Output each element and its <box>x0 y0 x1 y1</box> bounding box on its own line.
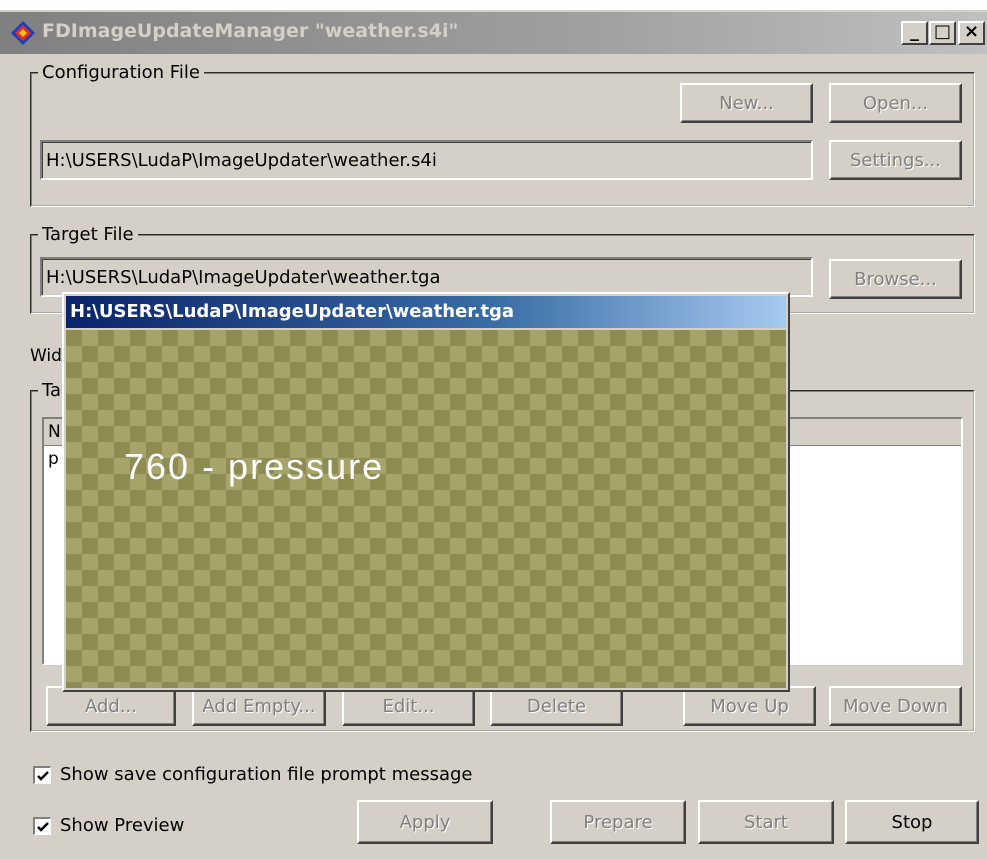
new-button[interactable]: New... <box>680 83 813 123</box>
top-edge <box>0 0 987 10</box>
width-label: Wid <box>30 346 62 366</box>
move-up-button[interactable]: Move Up <box>683 686 816 726</box>
preview-title-bar[interactable]: H:\USERS\LudaP\ImageUpdater\weather.tga <box>66 296 786 328</box>
stop-button[interactable]: Stop <box>845 800 979 844</box>
start-button[interactable]: Start <box>698 800 834 844</box>
main-window: FDImageUpdateManager "weather.s4i" _ □ ×… <box>0 0 987 859</box>
configuration-file-legend: Configuration File <box>42 62 200 83</box>
tags-legend: Ta <box>42 380 62 401</box>
add-empty-button[interactable]: Add Empty... <box>192 686 326 726</box>
config-path-field[interactable]: H:\USERS\LudaP\ImageUpdater\weather.s4i <box>40 140 813 180</box>
window-title: FDImageUpdateManager "weather.s4i" <box>42 20 459 42</box>
show-prompt-checkbox[interactable] <box>33 766 51 784</box>
preview-window[interactable]: H:\USERS\LudaP\ImageUpdater\weather.tga … <box>62 292 790 692</box>
apply-button[interactable]: Apply <box>357 800 493 844</box>
close-button[interactable]: × <box>958 21 985 45</box>
edit-button[interactable]: Edit... <box>342 686 475 726</box>
add-button[interactable]: Add... <box>46 686 176 726</box>
app-icon <box>11 21 35 45</box>
delete-button[interactable]: Delete <box>490 686 623 726</box>
checkmark-icon <box>37 822 49 832</box>
preview-text: 760 - pressure <box>124 446 385 487</box>
title-bar[interactable]: FDImageUpdateManager "weather.s4i" _ □ × <box>0 12 987 54</box>
preview-canvas: 760 - pressure <box>66 330 786 688</box>
move-down-button[interactable]: Move Down <box>829 686 962 726</box>
show-prompt-label[interactable]: Show save configuration file prompt mess… <box>60 764 472 785</box>
maximize-button[interactable]: □ <box>929 21 956 45</box>
checkmark-icon <box>37 771 49 781</box>
open-button[interactable]: Open... <box>829 83 962 123</box>
target-path-field[interactable]: H:\USERS\LudaP\ImageUpdater\weather.tga <box>40 257 813 297</box>
browse-button[interactable]: Browse... <box>829 259 962 299</box>
show-preview-label[interactable]: Show Preview <box>60 815 184 836</box>
show-preview-checkbox[interactable] <box>33 817 51 835</box>
settings-button[interactable]: Settings... <box>829 140 962 180</box>
minimize-button[interactable]: _ <box>901 21 928 45</box>
target-file-legend: Target File <box>42 224 134 245</box>
prepare-button[interactable]: Prepare <box>550 800 686 844</box>
